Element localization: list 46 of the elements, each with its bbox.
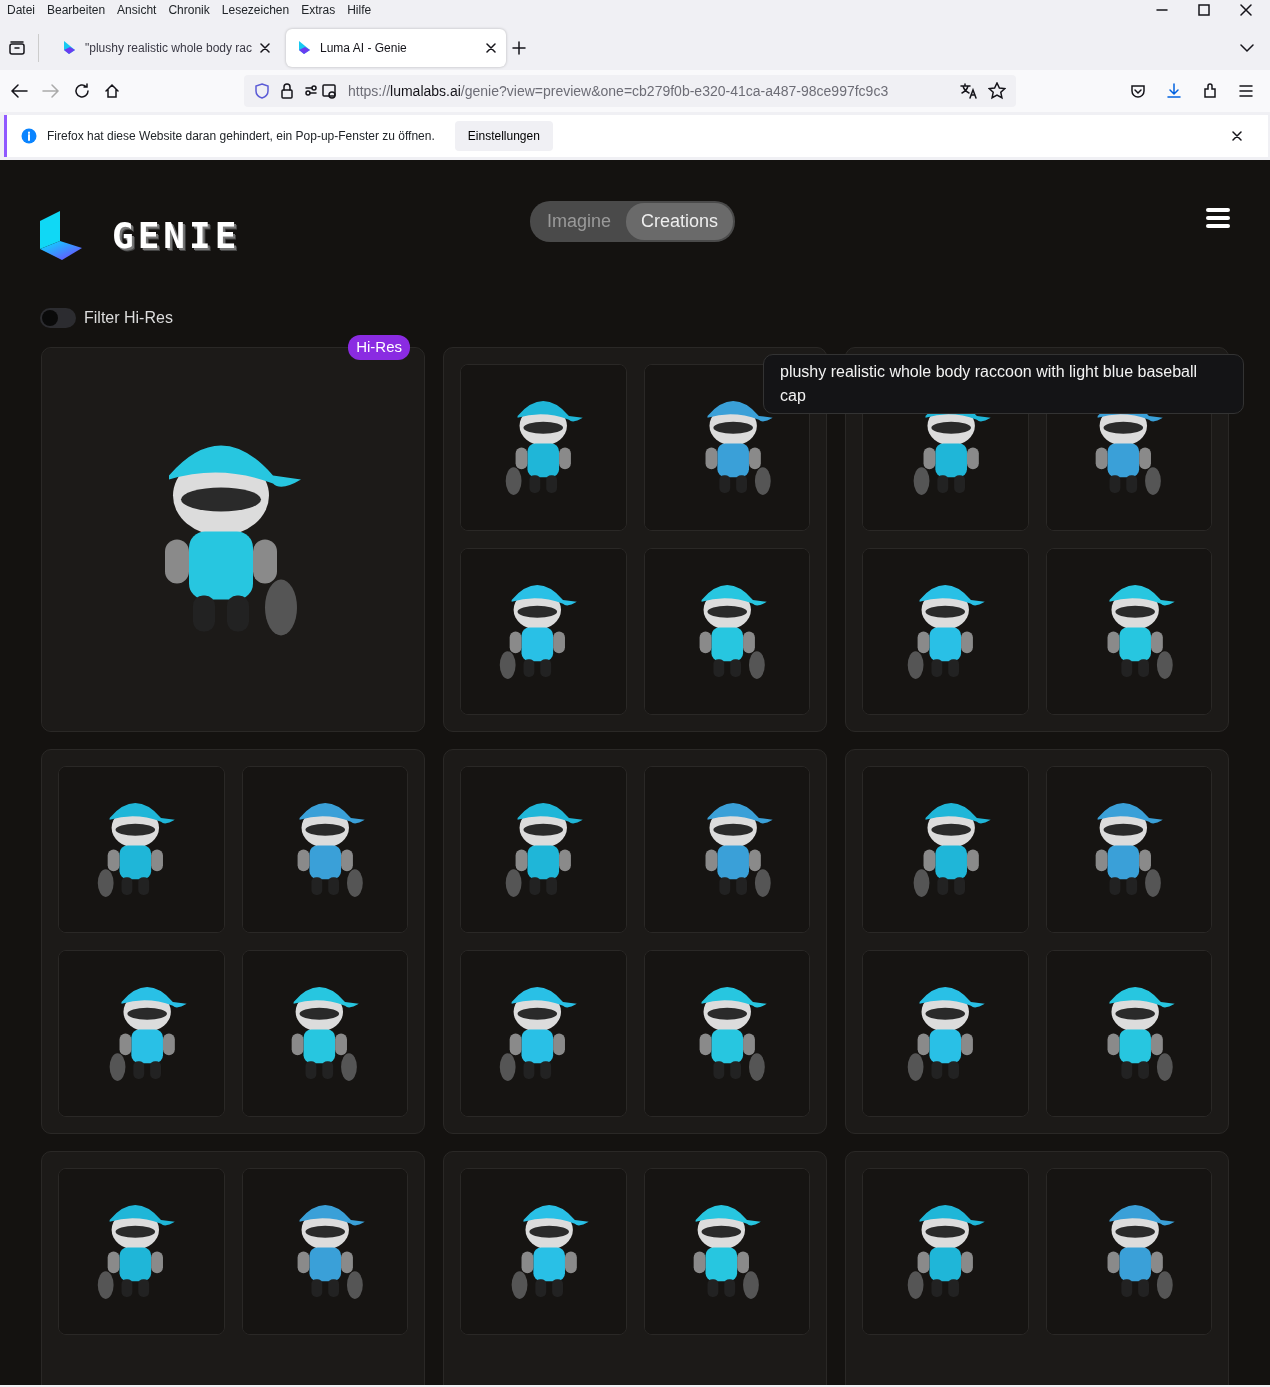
creation-card[interactable] — [845, 749, 1229, 1134]
menu-icon[interactable] — [1238, 84, 1254, 98]
download-icon[interactable] — [1166, 83, 1182, 99]
menu-item[interactable]: Extras — [301, 1, 336, 19]
hi-res-badge: Hi-Res — [348, 335, 410, 360]
chevron-down-icon[interactable] — [1240, 43, 1254, 53]
maximize-icon[interactable] — [1198, 4, 1210, 16]
browser-tab[interactable]: Luma AI - Genie — [286, 29, 506, 67]
logo-icon — [61, 40, 77, 56]
menu-item[interactable]: Lesezeichen — [221, 1, 290, 19]
lock-icon[interactable] — [280, 83, 294, 99]
close-icon[interactable] — [1232, 131, 1242, 141]
menu-icon[interactable] — [1206, 208, 1230, 228]
info-icon — [21, 128, 37, 144]
menu-item[interactable]: Ansicht — [117, 1, 157, 19]
reload-icon[interactable] — [74, 83, 90, 99]
permissions-icon[interactable] — [304, 83, 338, 99]
logo-icon — [40, 211, 82, 261]
star-icon[interactable] — [988, 82, 1006, 100]
creation-card[interactable] — [443, 347, 827, 732]
logo-text: GENIE — [112, 214, 241, 258]
menu-item[interactable]: Datei — [7, 1, 35, 19]
creation-card[interactable] — [41, 749, 425, 1134]
filter-label: Filter Hi-Res — [84, 308, 173, 328]
mode-tab[interactable]: Creations — [626, 203, 734, 240]
toggle-switch[interactable] — [40, 308, 76, 328]
creation-card[interactable] — [443, 749, 827, 1134]
tab-overview-icon[interactable] — [8, 40, 26, 56]
browser-tab[interactable]: "plushy realistic whole body rac — [51, 29, 280, 67]
menu-item[interactable]: Hilfe — [347, 1, 372, 19]
notification-text: Firefox hat diese Website daran gehindert, ein Pop-up-Fenster zu öffnen. — [47, 128, 435, 145]
logo-icon — [296, 40, 312, 56]
close-icon[interactable] — [1240, 4, 1252, 16]
menu-item[interactable]: Bearbeiten — [47, 1, 106, 19]
translate-icon[interactable] — [960, 83, 978, 99]
home-icon[interactable] — [104, 83, 120, 99]
puzzle-icon[interactable] — [1202, 83, 1218, 99]
back-icon[interactable] — [10, 83, 28, 99]
pocket-icon[interactable] — [1130, 83, 1146, 99]
close-icon[interactable] — [486, 43, 496, 53]
settings-button[interactable]: Einstellungen — [454, 121, 553, 151]
menu-item[interactable]: Chronik — [168, 1, 210, 19]
tooltip: plushy realistic whole body raccoon with light blue baseball cap — [763, 354, 1244, 414]
shield-icon[interactable] — [254, 83, 270, 99]
new-tab-icon[interactable] — [512, 41, 526, 55]
close-icon[interactable] — [260, 43, 270, 53]
